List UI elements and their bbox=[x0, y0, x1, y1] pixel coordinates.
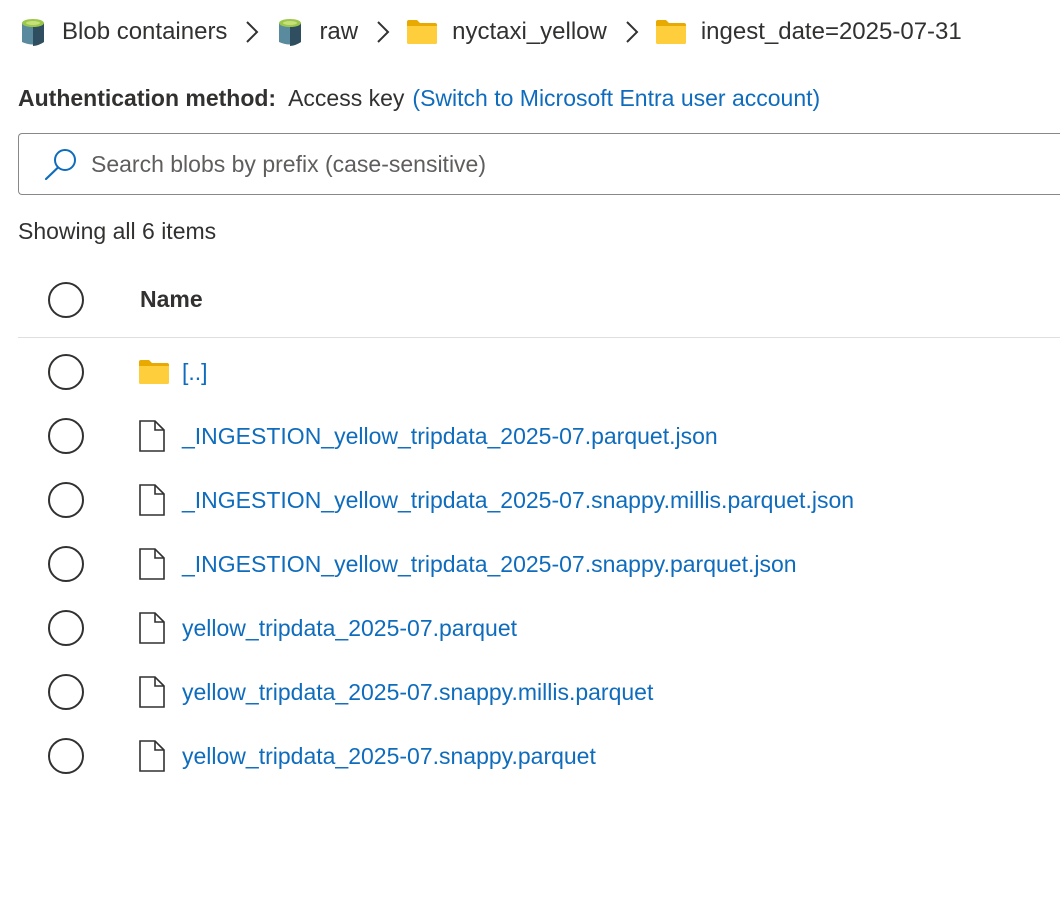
row-name-link[interactable]: _INGESTION_yellow_tripdata_2025-07.snapp… bbox=[182, 487, 854, 514]
breadcrumb-label: ingest_date=2025-07-31 bbox=[700, 18, 962, 45]
breadcrumb: Blob containers raw nyctaxi_yellow inges… bbox=[18, 12, 962, 52]
auth-method-label: Authentication method: bbox=[18, 84, 277, 111]
table-header: Name bbox=[18, 262, 1060, 338]
folder-icon bbox=[406, 19, 438, 45]
row-select-radio[interactable] bbox=[48, 610, 84, 646]
table-row[interactable]: _INGESTION_yellow_tripdata_2025-07.parqu… bbox=[18, 404, 1060, 468]
table-row[interactable]: yellow_tripdata_2025-07.parquet bbox=[18, 596, 1060, 660]
row-name-link[interactable]: _INGESTION_yellow_tripdata_2025-07.parqu… bbox=[182, 423, 718, 450]
breadcrumb-item-blob-containers[interactable]: Blob containers bbox=[18, 17, 227, 47]
search-box bbox=[18, 133, 1060, 195]
row-name-link[interactable]: yellow_tripdata_2025-07.parquet bbox=[182, 615, 517, 642]
row-name-link[interactable]: yellow_tripdata_2025-07.snappy.parquet bbox=[182, 743, 596, 770]
storage-container-icon bbox=[18, 17, 48, 47]
file-icon bbox=[138, 676, 172, 708]
blob-table: Name [..] _INGESTION_yellow_tripdata_202… bbox=[18, 262, 1060, 788]
column-header-name[interactable]: Name bbox=[140, 286, 203, 313]
file-icon bbox=[138, 420, 172, 452]
table-row[interactable]: _INGESTION_yellow_tripdata_2025-07.snapp… bbox=[18, 532, 1060, 596]
breadcrumb-label: nyctaxi_yellow bbox=[452, 18, 607, 45]
folder-icon bbox=[655, 19, 687, 45]
table-row[interactable]: yellow_tripdata_2025-07.snappy.millis.pa… bbox=[18, 660, 1060, 724]
table-row[interactable]: [..] bbox=[18, 340, 1060, 404]
file-icon bbox=[138, 740, 172, 772]
authentication-method: Authentication method: Access key (Switc… bbox=[18, 80, 820, 116]
breadcrumb-item-nyctaxi-yellow[interactable]: nyctaxi_yellow bbox=[406, 18, 607, 46]
row-name-link[interactable]: yellow_tripdata_2025-07.snappy.millis.pa… bbox=[182, 679, 653, 706]
breadcrumb-label: Blob containers bbox=[62, 18, 228, 45]
table-row[interactable]: _INGESTION_yellow_tripdata_2025-07.snapp… bbox=[18, 468, 1060, 532]
folder-icon bbox=[138, 359, 172, 385]
chevron-right-icon bbox=[245, 20, 259, 44]
file-icon bbox=[138, 612, 172, 644]
table-row[interactable]: yellow_tripdata_2025-07.snappy.parquet bbox=[18, 724, 1060, 788]
table-body: [..] _INGESTION_yellow_tripdata_2025-07.… bbox=[18, 338, 1060, 788]
breadcrumb-label: raw bbox=[319, 18, 359, 45]
chevron-right-icon bbox=[376, 20, 390, 44]
file-icon bbox=[138, 548, 172, 580]
search-input[interactable] bbox=[91, 150, 991, 178]
storage-container-icon bbox=[275, 17, 305, 47]
select-all-radio[interactable] bbox=[48, 281, 84, 318]
row-select-radio[interactable] bbox=[48, 418, 84, 454]
row-select-radio[interactable] bbox=[48, 546, 84, 582]
row-select-radio[interactable] bbox=[48, 674, 84, 710]
row-select-radio[interactable] bbox=[48, 354, 84, 390]
switch-to-entra-link[interactable]: (Switch to Microsoft Entra user account) bbox=[412, 85, 820, 112]
row-select-radio[interactable] bbox=[48, 738, 84, 774]
breadcrumb-item-ingest-date[interactable]: ingest_date=2025-07-31 bbox=[655, 18, 962, 46]
row-select-radio[interactable] bbox=[48, 482, 84, 518]
breadcrumb-item-raw[interactable]: raw bbox=[275, 17, 358, 47]
search-icon bbox=[43, 147, 79, 181]
row-name-link[interactable]: _INGESTION_yellow_tripdata_2025-07.snapp… bbox=[182, 551, 797, 578]
blob-browser-page: Blob containers raw nyctaxi_yellow inges… bbox=[0, 0, 1060, 902]
file-icon bbox=[138, 484, 172, 516]
chevron-right-icon bbox=[625, 20, 639, 44]
row-name-link[interactable]: [..] bbox=[182, 359, 208, 386]
item-count: Showing all 6 items bbox=[18, 218, 217, 244]
auth-method-value: Access key bbox=[288, 84, 405, 111]
